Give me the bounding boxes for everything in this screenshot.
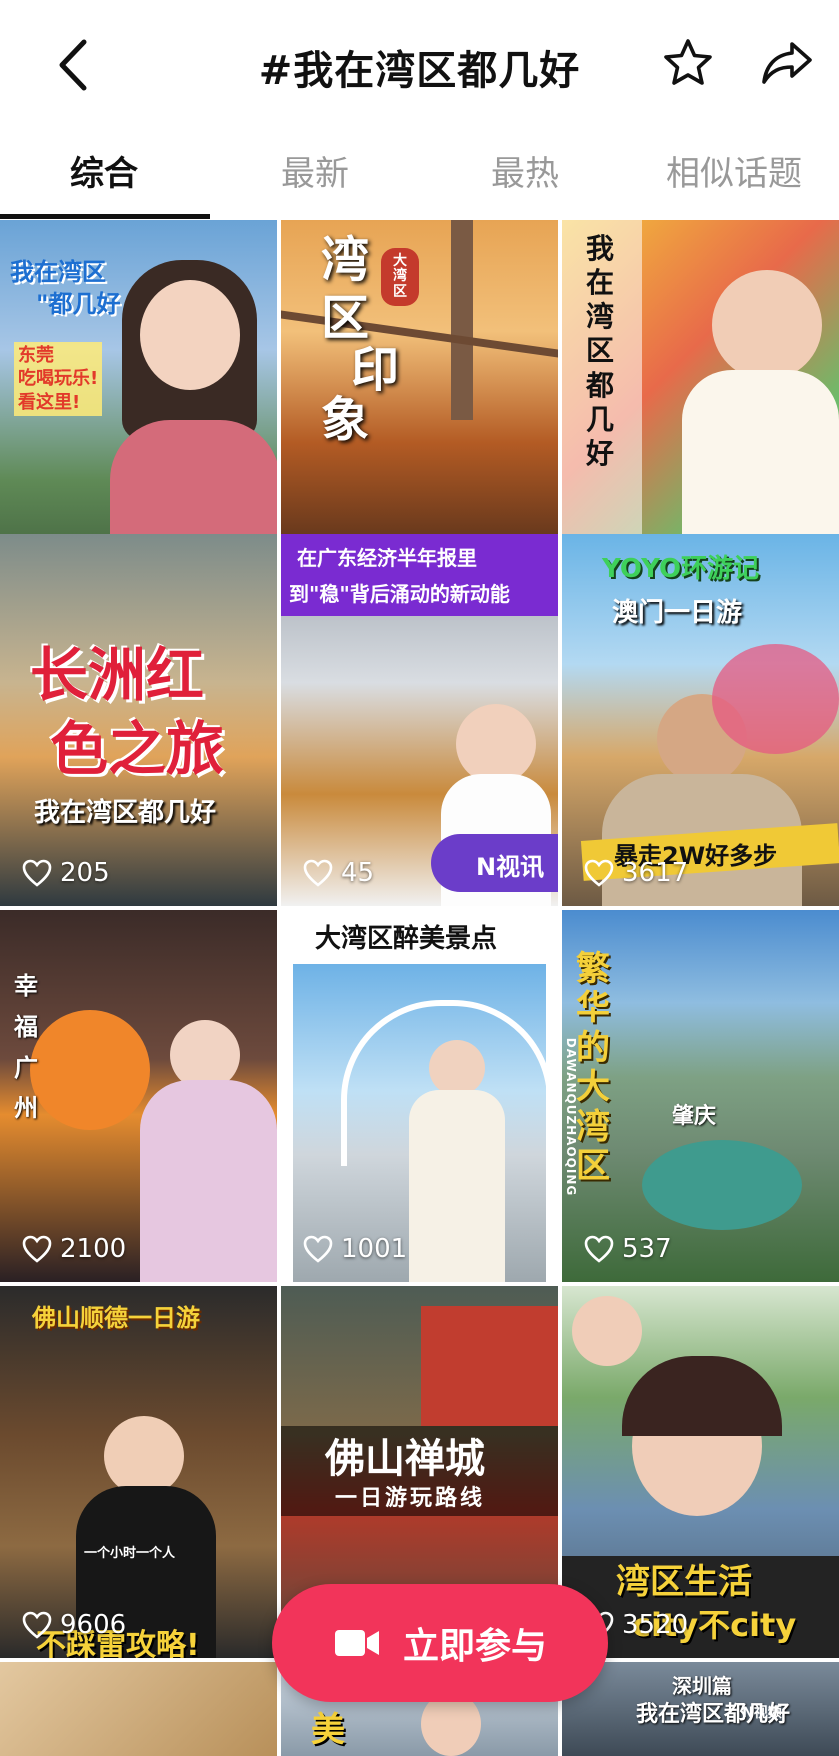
like-count-value: 3520	[622, 1610, 689, 1640]
post-overlay-text: "都几好	[36, 290, 121, 318]
video-camera-icon	[334, 1630, 379, 1656]
post-overlay-text: 湾区生活	[616, 1562, 752, 1602]
post-overlay-text: 佛山禅城	[325, 1436, 485, 1482]
post-overlay-text: 大 湾 区	[381, 248, 419, 307]
post-overlay-text: 东莞 吃喝玩乐! 看这里!	[14, 342, 103, 417]
like-count-value: 3617	[622, 858, 689, 888]
tab-latest[interactable]: 最新	[281, 146, 349, 195]
post-card[interactable]: 大湾区醉美景点 1001	[281, 910, 558, 1282]
post-overlay-text: YOYO环游记	[602, 554, 760, 584]
post-overlay-text: 澳门一日游	[612, 598, 743, 628]
post-overlay-text: N视频	[742, 1705, 782, 1721]
like-count-value: 537	[622, 1234, 672, 1264]
like-count: 205	[22, 858, 110, 888]
post-overlay-text: 到"稳"背后涌动的新动能	[289, 582, 510, 606]
page-title: #我在湾区都几好	[258, 48, 581, 94]
heart-icon	[22, 859, 52, 887]
post-overlay-text: 佛山顺德一日游	[32, 1304, 200, 1332]
post-card[interactable]: 繁 华 的 大 湾 区 肇庆 DAWANQUZHAOQING 537	[562, 910, 839, 1282]
like-count-value: 1001	[341, 1234, 408, 1264]
heart-icon	[584, 1235, 614, 1263]
like-count-value: 45	[341, 858, 375, 888]
post-overlay-text: N视讯	[476, 853, 545, 881]
tab-bar: 综合 最新 最热 相似话题	[0, 130, 839, 220]
post-overlay-text: 长洲红	[30, 641, 205, 709]
post-card[interactable]: 湾区生活 city不city 3520	[562, 1286, 839, 1658]
tab-similar-topics[interactable]: 相似话题	[666, 146, 802, 195]
post-card[interactable]: YOYO环游记 澳门一日游 暴走2W好多步 3617	[562, 534, 839, 906]
like-count: 2100	[22, 1234, 126, 1264]
post-grid: 我在湾区 "都几好 东莞 吃喝玩乐! 看这里! 3451 湾 区 印 象 大 湾…	[0, 220, 839, 1756]
post-overlay-text: 象	[321, 392, 370, 448]
post-card[interactable]	[0, 1662, 277, 1756]
like-count: 537	[584, 1234, 672, 1264]
like-count-value: 2100	[60, 1234, 127, 1264]
post-overlay-text: 幸 福 广 州	[14, 972, 38, 1123]
heart-icon	[22, 1611, 52, 1639]
heart-icon	[303, 859, 333, 887]
heart-icon	[22, 1235, 52, 1263]
tab-hottest[interactable]: 最热	[491, 146, 559, 195]
post-overlay-text: DAWANQUZHAOQING	[564, 1037, 579, 1197]
like-count: 1001	[303, 1234, 407, 1264]
join-now-button[interactable]: 立即参与	[272, 1584, 608, 1702]
post-card[interactable]: 长洲红 色之旅 我在湾区都几好 205	[0, 534, 277, 906]
post-overlay-text: 大湾区醉美景点	[315, 924, 498, 954]
post-card[interactable]: 深圳篇 我在湾区都几好 N视频	[562, 1662, 839, 1756]
like-count: 45	[303, 858, 374, 888]
post-overlay-text: 肇庆	[672, 1104, 717, 1129]
post-overlay-text: 在广东经济半年报里	[297, 546, 477, 570]
post-overlay-text: 深圳篇	[672, 1674, 732, 1698]
post-overlay-text: 一日游玩路线	[335, 1486, 486, 1511]
post-card[interactable]: 佛山顺德一日游 不踩雷攻略! 一个小时一个人 9606	[0, 1286, 277, 1658]
post-overlay-text: 我在湾区都几好	[34, 798, 217, 828]
top-bar: #我在湾区都几好	[0, 0, 839, 130]
join-now-label: 立即参与	[402, 1626, 547, 1667]
heart-icon	[303, 1235, 333, 1263]
heart-icon	[584, 859, 614, 887]
like-count: 9606	[22, 1610, 126, 1640]
tab-comprehensive[interactable]: 综合	[70, 146, 138, 195]
post-overlay-text: 我 在 湾 区 都 几 好	[586, 232, 615, 470]
post-overlay-text: 一个小时一个人	[84, 1546, 176, 1561]
share-arrow-icon[interactable]	[760, 40, 814, 86]
star-icon[interactable]	[663, 38, 713, 88]
like-count-value: 205	[60, 858, 110, 888]
post-overlay-text: 我在湾区	[10, 258, 106, 286]
post-overlay-text: 美	[311, 1710, 345, 1750]
post-overlay-text: 繁 华 的 大 湾 区	[576, 949, 610, 1187]
post-card[interactable]: 在广东经济半年报里 到"稳"背后涌动的新动能 N视讯 45	[281, 534, 558, 906]
active-tab-indicator	[0, 214, 210, 219]
post-overlay-text: 色之旅	[50, 715, 225, 783]
like-count: 3617	[584, 858, 688, 888]
post-card[interactable]: 幸 福 广 州 2100	[0, 910, 277, 1282]
like-count-value: 9606	[60, 1610, 127, 1640]
